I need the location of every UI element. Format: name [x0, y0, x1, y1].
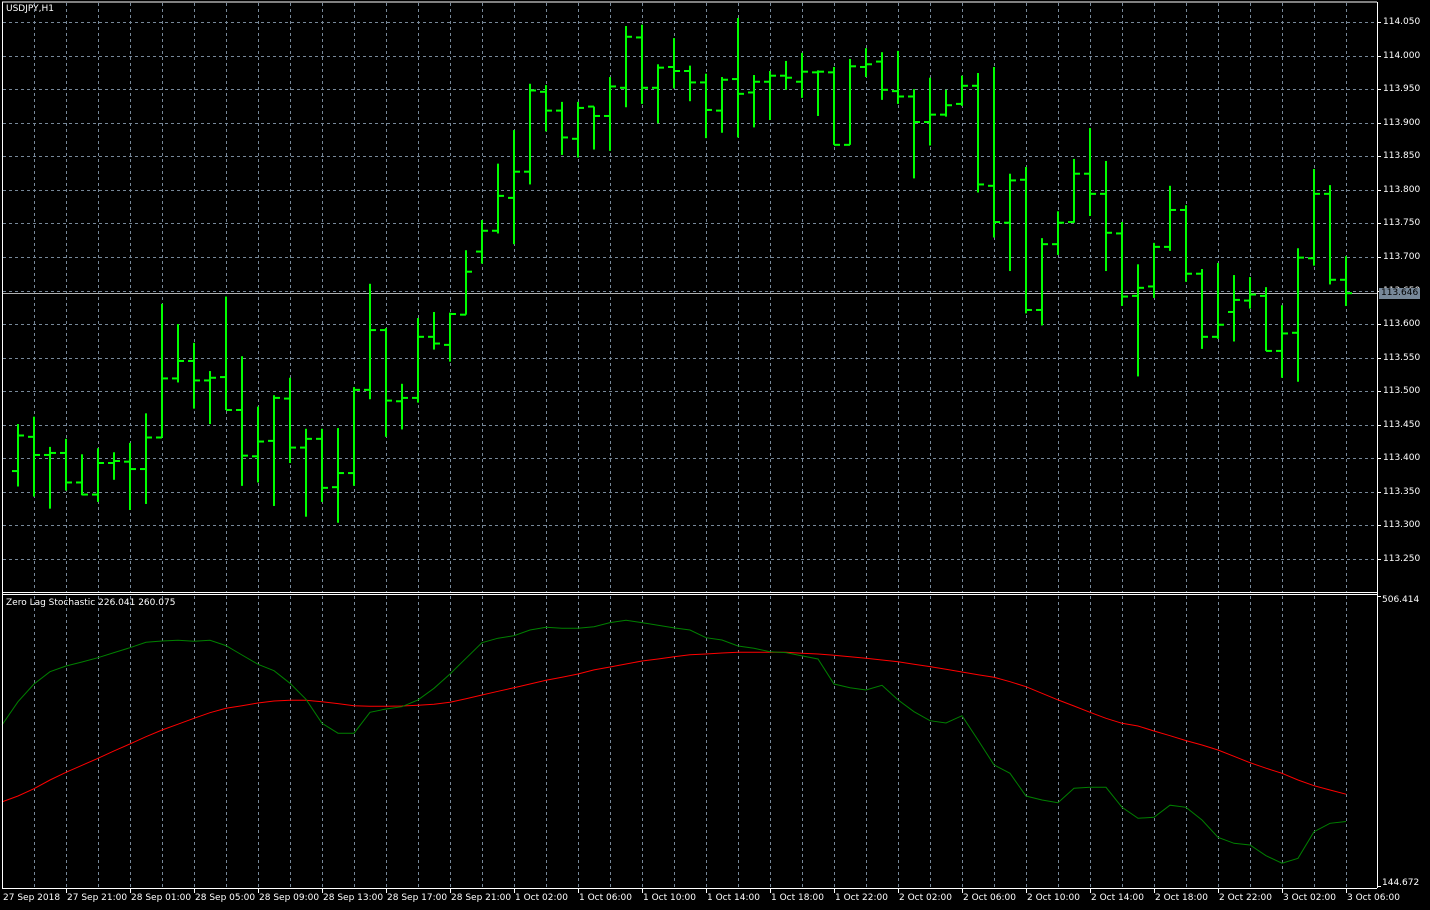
chart-canvas[interactable]: [0, 0, 1430, 910]
indicator-min-label: 144.672: [1382, 878, 1420, 888]
chart-background: [0, 0, 1430, 910]
price-label: 113.250: [1383, 553, 1421, 564]
time-label: 28 Sep 05:00: [195, 893, 256, 903]
current-price-label: 113.646: [1379, 287, 1421, 299]
time-label: 27 Sep 21:00: [67, 893, 128, 903]
time-label: 1 Oct 14:00: [707, 893, 760, 903]
time-label: 28 Sep 13:00: [323, 893, 384, 903]
time-label: 2 Oct 14:00: [1091, 893, 1144, 903]
time-label: 27 Sep 2018: [3, 893, 61, 903]
price-label: 113.400: [1383, 452, 1421, 463]
indicator-title: Zero Lag Stochastic 226.041 260.075: [6, 598, 176, 608]
time-label: 2 Oct 18:00: [1155, 893, 1208, 903]
price-label: 113.950: [1383, 83, 1421, 94]
price-label: 113.600: [1383, 318, 1421, 329]
time-label: 28 Sep 21:00: [451, 893, 512, 903]
price-label: 113.850: [1383, 150, 1421, 161]
price-label: 113.550: [1383, 352, 1421, 363]
price-label: 114.050: [1383, 16, 1421, 27]
time-label: 1 Oct 10:00: [643, 893, 696, 903]
time-label: 2 Oct 10:00: [1027, 893, 1080, 903]
time-label: 28 Sep 09:00: [259, 893, 320, 903]
time-label: 28 Sep 17:00: [387, 893, 448, 903]
price-label: 113.500: [1383, 385, 1421, 396]
time-label: 1 Oct 18:00: [771, 893, 824, 903]
time-label: 3 Oct 06:00: [1347, 893, 1400, 903]
price-label: 113.800: [1383, 184, 1421, 195]
time-label: 2 Oct 06:00: [963, 893, 1016, 903]
price-label: 113.350: [1383, 486, 1421, 497]
price-label: 114.000: [1383, 50, 1421, 61]
indicator-max-label: 506.414: [1382, 595, 1420, 605]
price-label: 113.450: [1383, 419, 1421, 430]
price-label: 113.700: [1383, 251, 1421, 262]
time-label: 3 Oct 02:00: [1283, 893, 1336, 903]
time-label: 1 Oct 02:00: [515, 893, 568, 903]
price-label: 113.900: [1383, 117, 1421, 128]
chart-title: USDJPY,H1: [6, 4, 54, 14]
time-label: 1 Oct 22:00: [835, 893, 888, 903]
time-label: 2 Oct 22:00: [1219, 893, 1272, 903]
time-label: 2 Oct 02:00: [899, 893, 952, 903]
price-label: 113.750: [1383, 217, 1421, 228]
time-label: 1 Oct 06:00: [579, 893, 632, 903]
time-label: 28 Sep 01:00: [131, 893, 192, 903]
price-label: 113.300: [1383, 519, 1421, 530]
